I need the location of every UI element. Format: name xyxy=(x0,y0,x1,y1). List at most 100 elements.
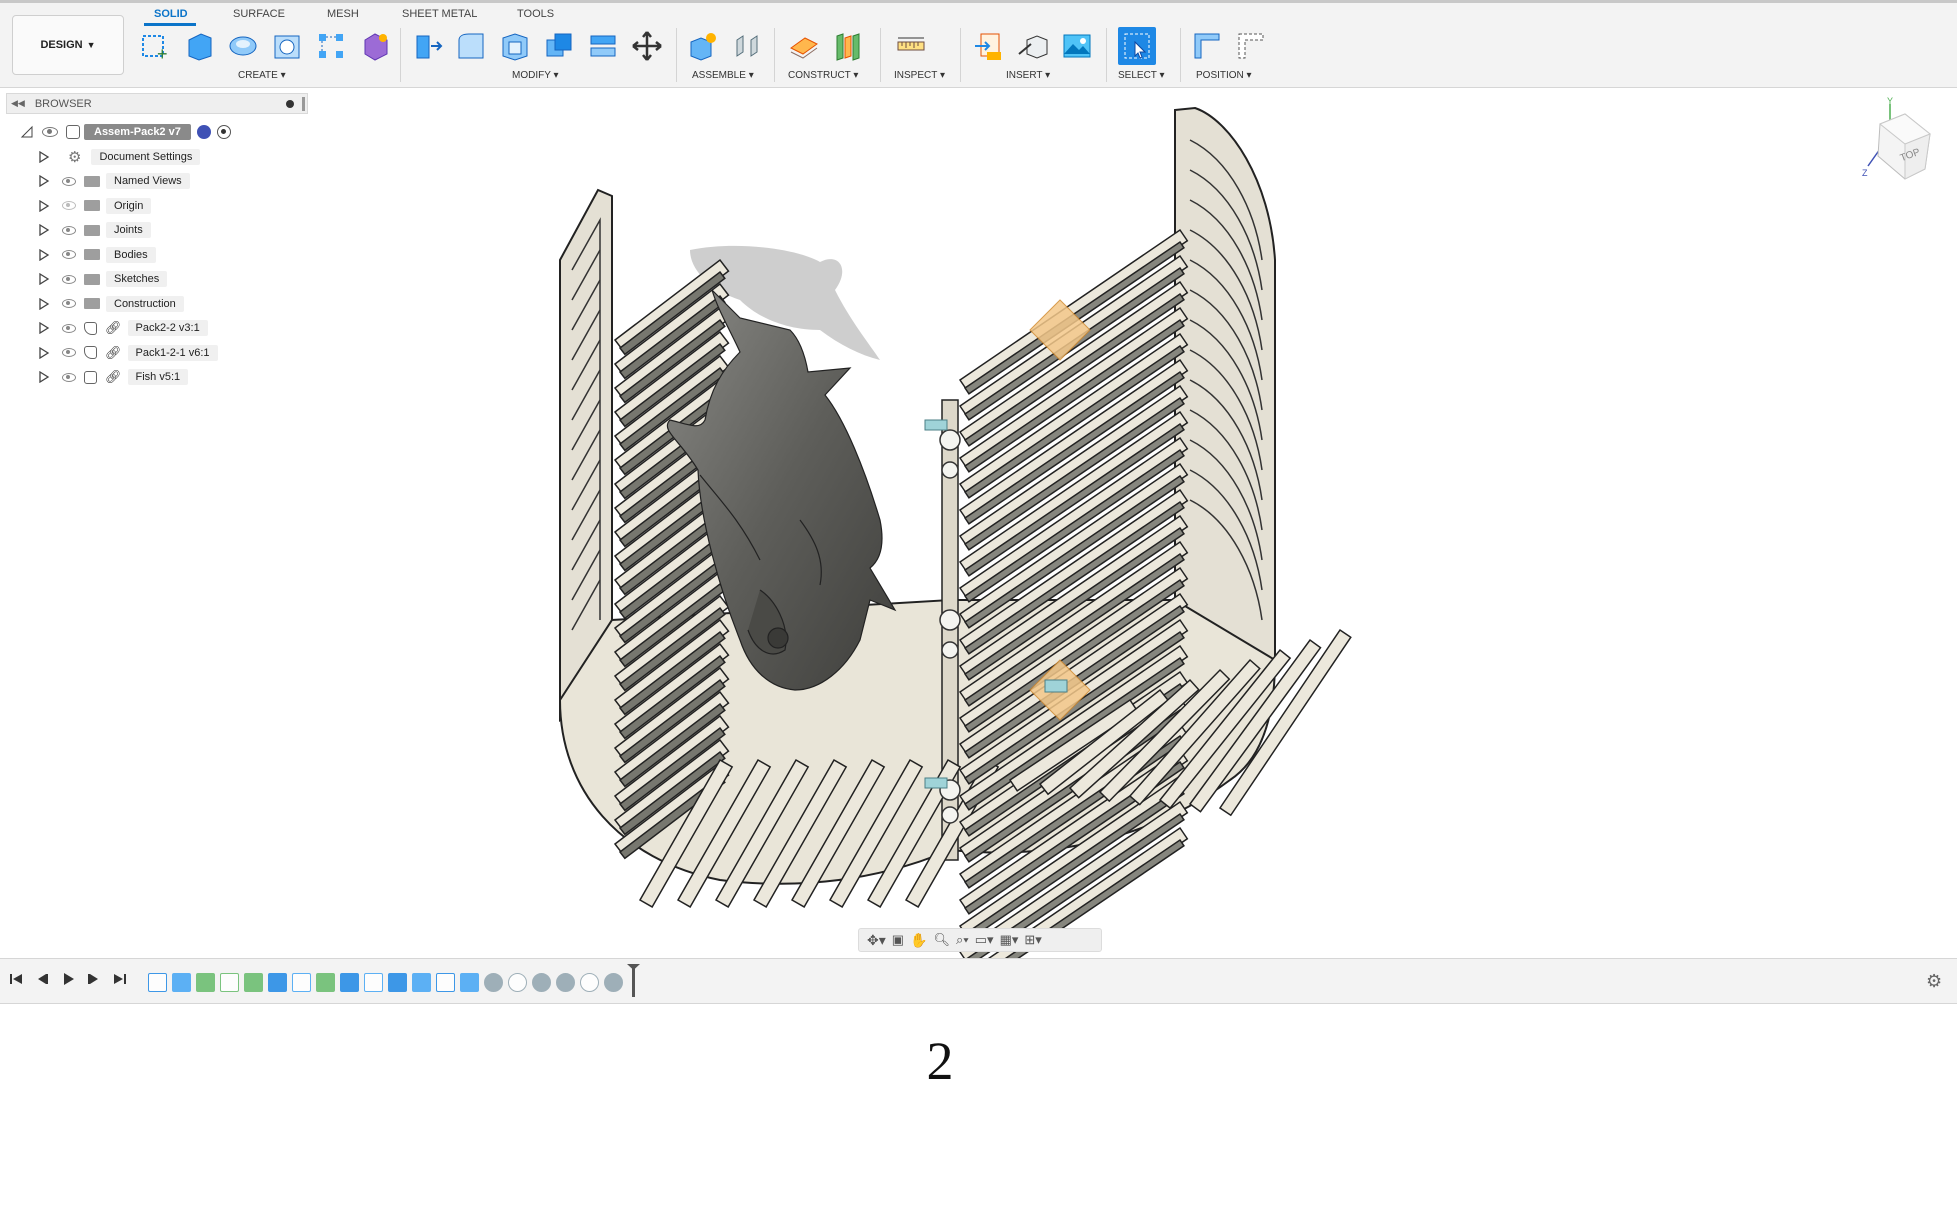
canvas-viewport[interactable]: Y Z TOP ✥▾ ▣ ✋ 🔍︎ ⌕▾ ▭▾ ▦▾ ⊞▾ xyxy=(0,89,1957,959)
timeline-feature-icon[interactable] xyxy=(196,972,215,992)
timeline-feature-icon[interactable] xyxy=(460,972,479,992)
fillet-icon[interactable] xyxy=(452,27,490,65)
eye-icon[interactable] xyxy=(62,201,76,210)
look-at-icon[interactable]: ▣ xyxy=(892,932,904,948)
joint-icon[interactable] xyxy=(728,27,766,65)
orbit-icon[interactable]: ✥▾ xyxy=(867,932,886,949)
timeline-feature-icon[interactable] xyxy=(268,972,287,992)
play-icon[interactable] xyxy=(60,971,76,987)
timeline-settings-icon[interactable]: ⚙ xyxy=(1926,971,1942,992)
assemble-menu-label[interactable]: ASSEMBLE ▾ xyxy=(692,70,754,81)
collapse-browser-icon[interactable]: ◀◀ xyxy=(11,98,25,109)
timeline-feature-icon[interactable] xyxy=(364,972,383,992)
browser-item[interactable]: 🔗︎ Fish v5:1 xyxy=(38,368,189,387)
press-pull-icon[interactable] xyxy=(408,27,446,65)
browser-root[interactable]: Assem-Pack2 v7 xyxy=(20,122,231,141)
timeline-feature-icon[interactable] xyxy=(604,972,623,992)
new-component-icon[interactable] xyxy=(684,27,722,65)
fit-icon[interactable]: ⌕▾ xyxy=(956,932,969,948)
insert-menu-label[interactable]: INSERT ▾ xyxy=(1006,70,1050,81)
revolve-icon[interactable] xyxy=(224,27,262,65)
timeline-feature-icon[interactable] xyxy=(172,972,191,992)
midplane-icon[interactable] xyxy=(828,27,866,65)
eye-icon[interactable] xyxy=(62,299,76,308)
split-body-icon[interactable] xyxy=(584,27,622,65)
expand-triangle-icon[interactable] xyxy=(38,150,50,163)
expand-triangle-icon[interactable] xyxy=(38,273,50,285)
pan-icon[interactable]: ✋ xyxy=(910,932,927,949)
step-forward-icon[interactable] xyxy=(86,971,102,987)
new-sketch-icon[interactable]: + xyxy=(136,27,174,65)
hole-icon[interactable] xyxy=(268,27,306,65)
timeline-feature-icon[interactable] xyxy=(532,972,551,992)
browser-resize-handle[interactable] xyxy=(302,96,305,111)
insert-mesh-icon[interactable] xyxy=(970,27,1008,65)
expand-triangle-icon[interactable] xyxy=(38,297,50,310)
eye-icon[interactable] xyxy=(62,348,76,357)
browser-item[interactable]: Construction xyxy=(38,294,184,313)
activate-radio-icon[interactable] xyxy=(216,124,231,139)
tab-mesh[interactable]: MESH xyxy=(327,8,359,20)
select-icon[interactable] xyxy=(1118,27,1156,65)
move-icon[interactable] xyxy=(628,27,666,65)
browser-item[interactable]: 🔗︎ Pack2-2 v3:1 xyxy=(38,319,208,338)
expand-triangle-icon[interactable] xyxy=(38,322,50,334)
timeline-feature-icon[interactable] xyxy=(388,972,407,992)
timeline-marker-head[interactable] xyxy=(627,964,640,970)
link-badge-icon[interactable] xyxy=(196,124,211,139)
create-menu-label[interactable]: CREATE ▾ xyxy=(238,70,286,81)
shell-icon[interactable] xyxy=(496,27,534,65)
skip-to-end-icon[interactable] xyxy=(112,971,128,987)
view-cube[interactable]: Y Z TOP xyxy=(1850,94,1940,189)
tab-surface[interactable]: SURFACE xyxy=(233,8,285,20)
capture-position-icon[interactable] xyxy=(1188,27,1226,65)
measure-icon[interactable] xyxy=(892,27,930,65)
skip-to-start-icon[interactable] xyxy=(8,971,24,987)
viewports-icon[interactable]: ⊞▾ xyxy=(1024,932,1041,948)
browser-menu-icon[interactable] xyxy=(286,99,294,108)
expand-triangle-icon[interactable] xyxy=(38,175,50,187)
timeline-feature-icon[interactable] xyxy=(412,972,431,992)
tab-solid[interactable]: SOLID xyxy=(154,8,188,20)
tab-tools[interactable]: TOOLS xyxy=(517,8,554,20)
timeline-feature-icon[interactable] xyxy=(556,972,575,992)
browser-item[interactable]: ⚙ Document Settings xyxy=(38,147,201,166)
browser-item[interactable]: Named Views xyxy=(38,172,190,191)
grid-settings-icon[interactable]: ▦▾ xyxy=(1000,932,1019,948)
timeline-feature-icon[interactable] xyxy=(316,972,335,992)
timeline-feature-icon[interactable] xyxy=(340,972,359,992)
pattern-icon[interactable] xyxy=(312,27,350,65)
timeline-feature-icon[interactable] xyxy=(292,972,311,992)
zoom-icon[interactable]: 🔍︎ xyxy=(934,932,951,948)
position-menu-label[interactable]: POSITION ▾ xyxy=(1196,70,1252,81)
display-settings-icon[interactable]: ▭▾ xyxy=(975,932,994,948)
workspace-switcher-button[interactable]: DESIGN ▼ xyxy=(12,15,124,75)
inspect-menu-label[interactable]: INSPECT ▾ xyxy=(894,70,945,81)
eye-icon[interactable] xyxy=(62,274,76,284)
select-menu-label[interactable]: SELECT ▾ xyxy=(1118,70,1165,81)
eye-icon[interactable] xyxy=(62,176,76,186)
timeline-feature-icon[interactable] xyxy=(220,972,239,992)
eye-icon[interactable] xyxy=(62,372,76,382)
expand-triangle-icon[interactable] xyxy=(38,248,50,261)
canvas-icon[interactable] xyxy=(1058,27,1096,65)
timeline-feature-icon[interactable] xyxy=(244,972,263,992)
timeline-feature-icon[interactable] xyxy=(436,972,455,992)
offset-plane-icon[interactable] xyxy=(784,27,822,65)
insert-derive-icon[interactable] xyxy=(1014,27,1052,65)
collapse-triangle-icon[interactable] xyxy=(20,125,34,139)
browser-item[interactable]: Joints xyxy=(38,221,151,240)
revert-position-icon[interactable] xyxy=(1232,27,1270,65)
browser-item[interactable]: Bodies xyxy=(38,245,156,264)
timeline-feature-icon[interactable] xyxy=(484,972,503,992)
extrude-icon[interactable] xyxy=(180,27,218,65)
browser-item[interactable]: 🔗︎ Pack1-2-1 v6:1 xyxy=(38,343,218,362)
browser-item[interactable]: Origin xyxy=(38,196,152,215)
expand-triangle-icon[interactable] xyxy=(38,371,50,383)
eye-icon[interactable] xyxy=(62,225,76,235)
eye-icon[interactable] xyxy=(62,323,76,333)
timeline-feature-icon[interactable] xyxy=(508,972,527,992)
eye-icon[interactable] xyxy=(62,250,76,259)
timeline-feature-icon[interactable] xyxy=(148,972,167,992)
step-back-icon[interactable] xyxy=(34,971,50,987)
